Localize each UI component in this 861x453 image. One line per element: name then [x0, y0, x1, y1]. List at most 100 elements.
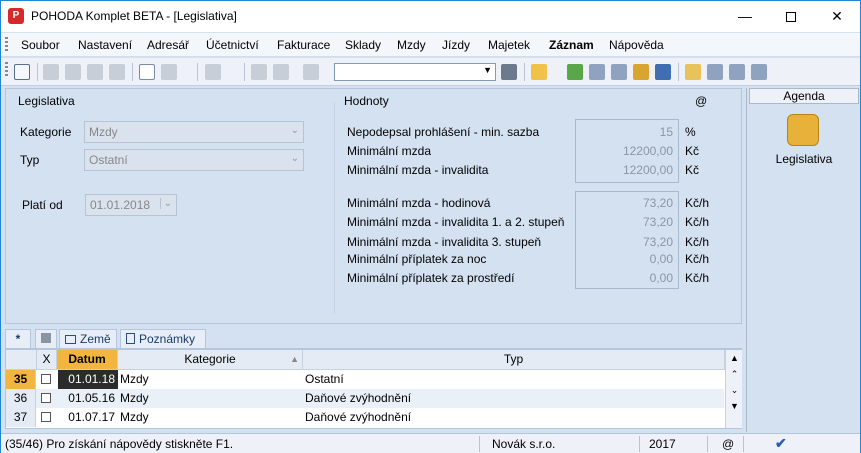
value-field[interactable]: 73,20 — [577, 215, 673, 229]
datum-cell[interactable]: 01.01.18 — [58, 370, 118, 389]
document-icon[interactable] — [729, 64, 745, 80]
menu-ucetnictvi[interactable]: Účetnictví — [206, 38, 259, 52]
value-field[interactable]: 73,20 — [577, 196, 673, 210]
menu-fakturace[interactable]: Fakturace — [277, 38, 330, 52]
value-label: Minimální mzda - invalidita — [347, 163, 489, 177]
legislativa-agenda-icon[interactable] — [787, 114, 819, 146]
kategorie-cell[interactable]: Mzdy — [120, 408, 149, 427]
table-icon[interactable] — [611, 64, 627, 80]
chevron-down-icon: ⌄ — [290, 125, 299, 136]
kategorie-cell[interactable]: Mzdy — [120, 370, 149, 389]
plati-od-label: Platí od — [22, 198, 63, 212]
menu-napoveda[interactable]: Nápověda — [609, 38, 664, 52]
tab-poznamky[interactable]: Poznámky — [120, 329, 206, 348]
edit-record-icon[interactable] — [161, 64, 177, 80]
value-field[interactable]: 0,00 — [577, 271, 673, 285]
value-label: Nepodepsal prohlášení - min. sazba — [347, 125, 540, 139]
list-icon[interactable] — [707, 64, 723, 80]
status-year: 2017 — [649, 437, 676, 451]
pohoda-app-icon[interactable]: P — [8, 8, 24, 24]
tab-star[interactable]: * — [5, 329, 31, 348]
datum-cell[interactable]: 01.07.17 — [58, 408, 118, 427]
agenda-header: Agenda — [749, 88, 859, 104]
table-row[interactable]: 36 01.05.16 Mzdy Daňové zvýhodnění — [6, 389, 724, 408]
save-as-icon[interactable] — [273, 64, 289, 80]
save-icon[interactable] — [251, 64, 267, 80]
duplicate-icon[interactable] — [303, 64, 319, 80]
minimize-button[interactable]: — — [722, 1, 768, 31]
value-field[interactable]: 15 — [577, 125, 673, 139]
scroll-up-icon[interactable]: ⌃ — [728, 368, 741, 381]
tab-filter[interactable] — [35, 329, 57, 348]
typ-cell[interactable]: Ostatní — [305, 370, 344, 389]
scroll-bottom-icon[interactable]: ▼ — [728, 400, 741, 413]
money-icon[interactable] — [567, 64, 583, 80]
row-checkbox[interactable] — [41, 393, 51, 403]
datum-cell[interactable]: 01.05.16 — [58, 389, 118, 408]
grip-icon[interactable] — [5, 37, 8, 53]
exit-agenda-icon[interactable] — [14, 64, 30, 80]
value-field[interactable]: 0,00 — [577, 252, 673, 266]
toolbar-grip-icon[interactable] — [5, 62, 8, 78]
menu-mzdy[interactable]: Mzdy — [397, 38, 426, 52]
folder-icon[interactable] — [531, 64, 547, 80]
help-icon[interactable] — [751, 64, 767, 80]
kategorie-cell[interactable]: Mzdy — [120, 389, 149, 408]
column-header-kategorie[interactable]: Kategorie ▲ — [118, 350, 303, 370]
kategorie-value: Mzdy — [89, 125, 118, 139]
print-icon[interactable] — [65, 64, 81, 80]
column-header-x[interactable]: X — [37, 350, 57, 370]
iban-icon[interactable] — [655, 64, 671, 80]
maximize-button[interactable] — [768, 1, 814, 31]
value-field[interactable]: 73,20 — [577, 235, 673, 249]
filter-icon — [41, 333, 51, 343]
menu-adresar[interactable]: Adresář — [147, 38, 189, 52]
scroll-down-icon[interactable]: ⌄ — [728, 384, 741, 397]
agenda-panel: Agenda Legislativa — [746, 88, 860, 432]
menu-nastaveni[interactable]: Nastavení — [78, 38, 132, 52]
detail-tabs: * Země Poznámky — [5, 327, 742, 349]
status-help: (35/46) Pro získání nápovědy stiskněte F… — [5, 437, 234, 451]
value-label: Minimální mzda — [347, 144, 432, 158]
row-checkbox[interactable] — [41, 374, 51, 384]
new-record-icon[interactable] — [139, 64, 155, 80]
menu-soubor[interactable]: Soubor — [21, 38, 60, 52]
minimize-icon: — — [738, 8, 752, 24]
back-arrow-icon[interactable] — [205, 64, 221, 80]
quick-search-combo[interactable]: ▼ — [334, 63, 496, 81]
print-preview-icon[interactable] — [87, 64, 103, 80]
value-unit: Kč/h — [685, 215, 710, 229]
column-header-datum[interactable]: Datum — [57, 350, 118, 370]
kategorie-label: Kategorie — [20, 125, 72, 139]
typ-cell[interactable]: Daňové zvýhodnění — [305, 408, 411, 427]
vertical-scrollbar[interactable]: ▲ ⌃ ⌄ ▼ — [725, 350, 742, 428]
row-checkbox[interactable] — [41, 412, 51, 422]
note-icon[interactable] — [685, 64, 701, 80]
column-header-typ[interactable]: Typ — [303, 350, 725, 370]
kategorie-select[interactable]: Mzdy ⌄ — [84, 121, 304, 143]
value-unit: % — [685, 125, 696, 139]
coins-icon[interactable] — [633, 64, 649, 80]
table-row[interactable]: 37 01.07.17 Mzdy Daňové zvýhodnění — [6, 408, 724, 427]
value-label: Minimální příplatek za prostředí — [347, 271, 515, 285]
tab-zeme[interactable]: Země — [59, 329, 117, 348]
copy-record-icon[interactable] — [43, 64, 59, 80]
value-field[interactable]: 12200,00 — [577, 144, 673, 158]
calculator-icon[interactable] — [589, 64, 605, 80]
export-icon[interactable] — [109, 64, 125, 80]
close-button[interactable]: ✕ — [814, 1, 860, 31]
menu-jizdy[interactable]: Jízdy — [442, 38, 470, 52]
menu-majetek[interactable]: Majetek — [488, 38, 530, 52]
scroll-top-icon[interactable]: ▲ — [728, 352, 741, 365]
filter-icon[interactable] — [501, 64, 517, 80]
plati-od-date[interactable]: 01.01.2018 ⌄ — [85, 194, 177, 216]
typ-select[interactable]: Ostatní ⌄ — [84, 149, 304, 171]
value-field[interactable]: 12200,00 — [577, 163, 673, 177]
agenda-item-legislativa[interactable]: Legislativa — [747, 152, 861, 166]
checkmark-icon: ✔ — [775, 435, 787, 451]
value-label: Minimální mzda - invalidita 3. stupeň — [347, 235, 542, 249]
typ-cell[interactable]: Daňové zvýhodnění — [305, 389, 411, 408]
menu-zaznam[interactable]: Záznam — [549, 38, 594, 52]
menu-sklady[interactable]: Sklady — [345, 38, 381, 52]
table-row[interactable]: 35 01.01.18 Mzdy Ostatní — [6, 370, 724, 389]
